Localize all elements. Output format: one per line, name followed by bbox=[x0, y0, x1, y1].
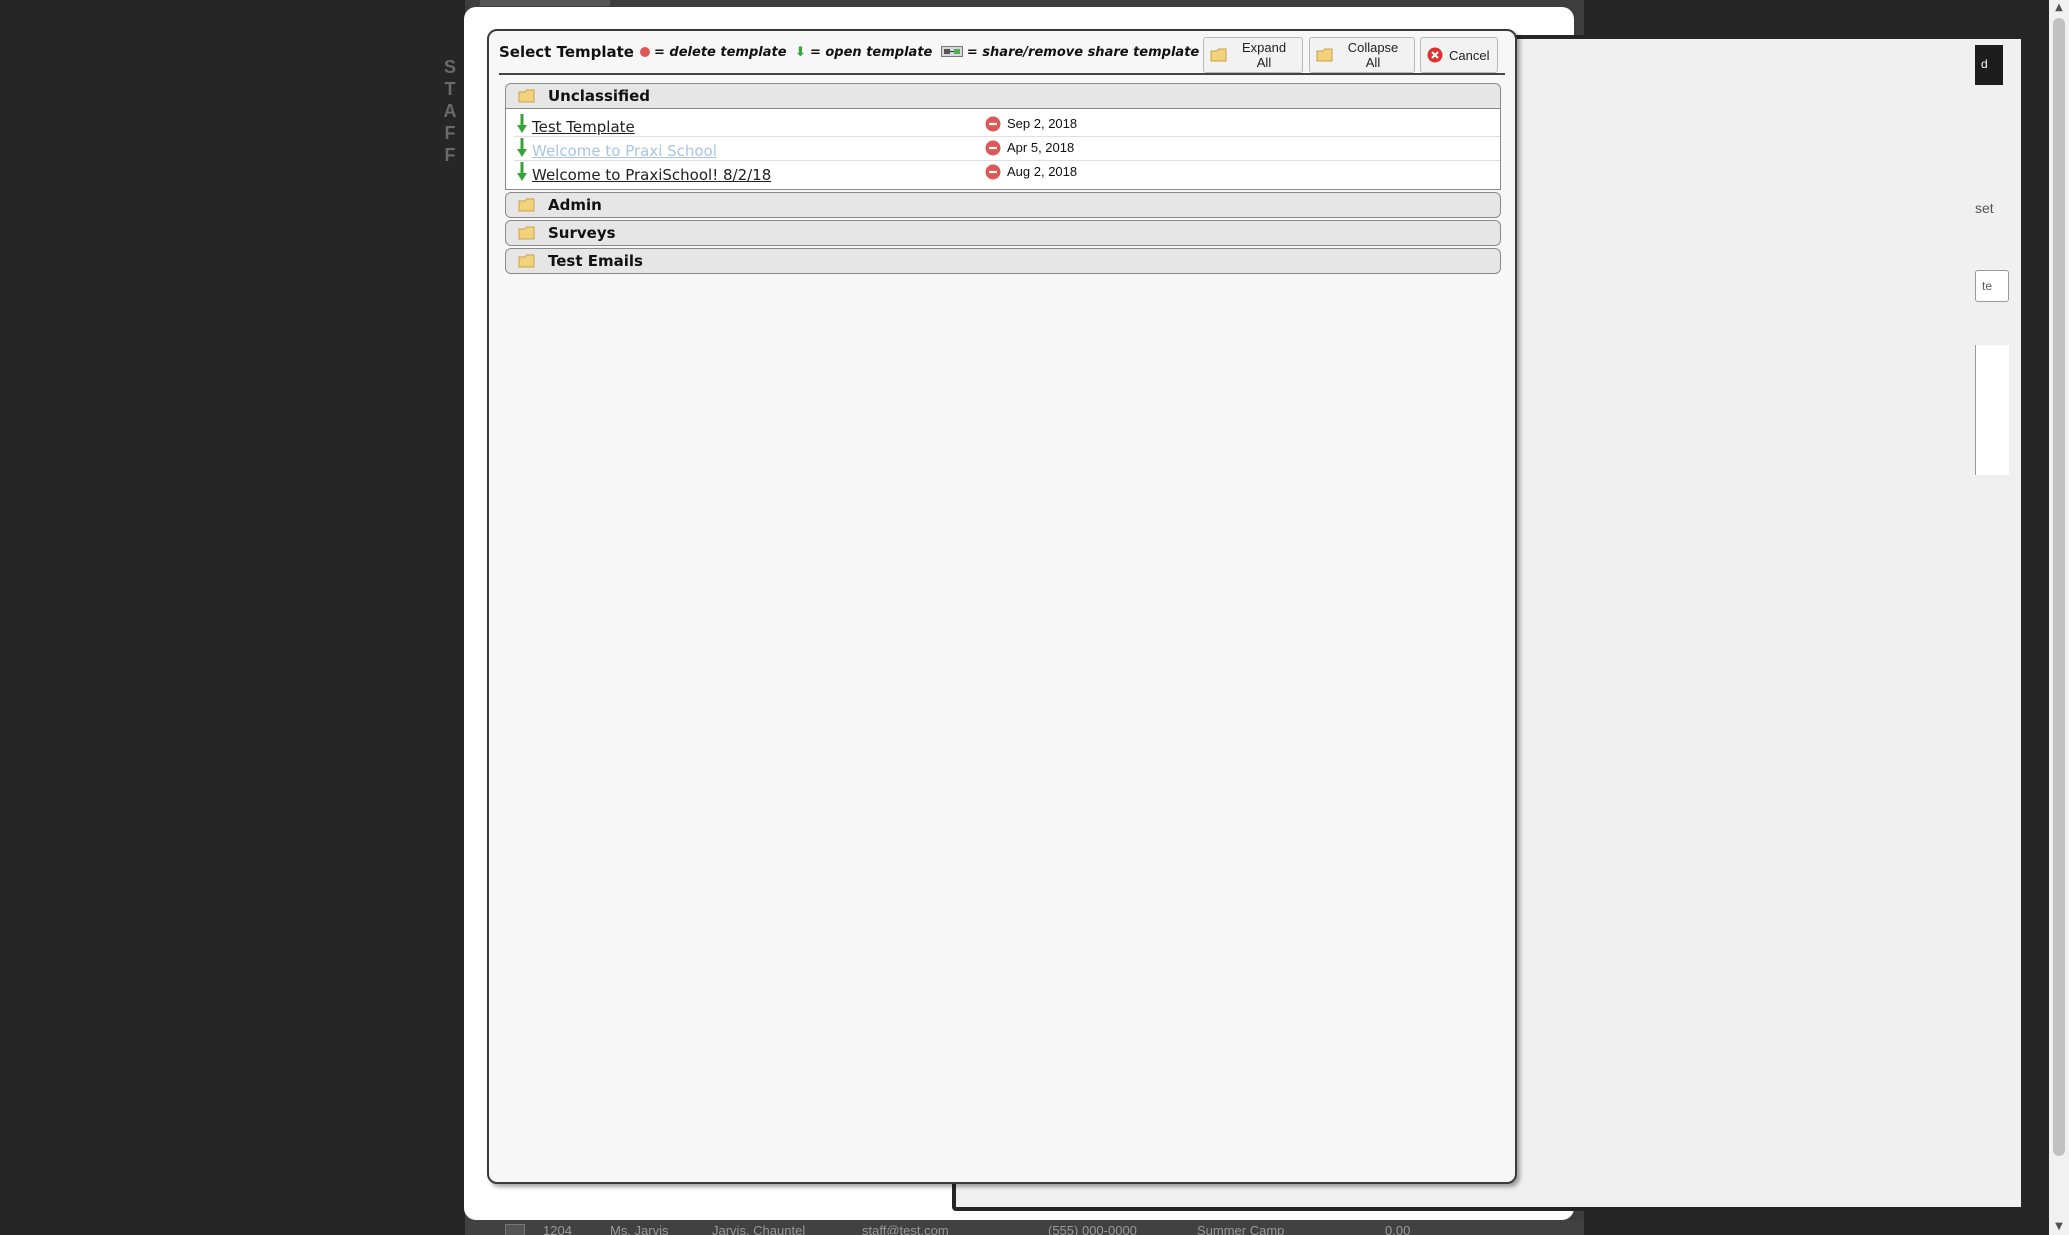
folder-icon bbox=[1210, 48, 1227, 62]
cancel-x-icon bbox=[1427, 47, 1443, 63]
group-name: Surveys bbox=[548, 224, 616, 242]
row-email: staff@test.com bbox=[862, 1223, 949, 1235]
cancel-label: Cancel bbox=[1449, 47, 1490, 63]
staff-letter: F bbox=[444, 123, 456, 143]
select-template-dialog: Select Template = delete template ⬇ = ope… bbox=[487, 29, 1517, 1184]
template-link[interactable]: Test Template bbox=[532, 118, 635, 136]
collapse-all-button[interactable]: Collapse All bbox=[1309, 37, 1415, 73]
row-full-name: Jarvis, Chauntel bbox=[712, 1223, 806, 1235]
group-header-admin[interactable]: Admin bbox=[505, 192, 1501, 218]
delete-legend-text: = delete template bbox=[654, 45, 787, 60]
template-groups: Unclassified Test Template Sep 2, 2018 W… bbox=[505, 83, 1501, 276]
cancel-button[interactable]: Cancel bbox=[1420, 37, 1498, 73]
share-legend-icon bbox=[940, 46, 963, 57]
group-test-emails: Test Emails bbox=[505, 248, 1501, 274]
share-legend-text: = share/remove share template bbox=[966, 45, 1200, 60]
open-template-arrow-icon[interactable] bbox=[516, 113, 528, 135]
staff-letter: T bbox=[444, 79, 456, 99]
group-name: Unclassified bbox=[548, 87, 651, 105]
dialog-title: Select Template bbox=[499, 43, 634, 61]
group-admin: Admin bbox=[505, 192, 1501, 218]
folder-icon bbox=[1316, 48, 1333, 62]
staff-letter: A bbox=[443, 101, 457, 121]
page-scrollbar[interactable]: ▲ ▼ bbox=[2049, 0, 2069, 1235]
behind-side-button: te bbox=[1975, 270, 2009, 302]
icon-legend: = delete template ⬇ = open template = sha… bbox=[640, 45, 1199, 60]
template-link[interactable]: Welcome to PraxiSchool! 8/2/18 bbox=[532, 166, 771, 184]
row-phone: (555) 000-0000 bbox=[1048, 1223, 1137, 1235]
row-amount: 0.00 bbox=[1385, 1223, 1411, 1235]
behind-button: d bbox=[1975, 45, 2003, 85]
group-name: Test Emails bbox=[548, 252, 643, 270]
background-top-tab bbox=[480, 0, 610, 6]
template-row: Welcome to Praxi School Apr 5, 2018 bbox=[514, 137, 1500, 161]
delete-template-icon[interactable] bbox=[985, 116, 1001, 132]
row-id: 1204 bbox=[543, 1223, 572, 1235]
template-date: Sep 2, 2018 bbox=[1007, 116, 1078, 131]
behind-panel bbox=[1975, 345, 2009, 475]
collapse-all-label: Collapse All bbox=[1347, 40, 1399, 70]
folder-icon bbox=[518, 226, 535, 240]
group-header-surveys[interactable]: Surveys bbox=[505, 220, 1501, 246]
scrollbar-thumb[interactable] bbox=[2053, 18, 2065, 1156]
template-row: Welcome to PraxiSchool! 8/2/18 Aug 2, 20… bbox=[514, 161, 1500, 185]
staff-vertical-label: S T A F F bbox=[439, 56, 461, 166]
scroll-up-arrow-icon[interactable]: ▲ bbox=[2049, 0, 2069, 16]
staff-letter: S bbox=[443, 57, 456, 77]
open-legend-icon: ⬇ bbox=[795, 45, 806, 60]
delete-template-icon[interactable] bbox=[985, 164, 1001, 180]
group-name: Admin bbox=[548, 196, 602, 214]
group-surveys: Surveys bbox=[505, 220, 1501, 246]
expand-all-button[interactable]: Expand All bbox=[1203, 37, 1303, 73]
staff-letter: F bbox=[444, 145, 456, 165]
open-template-arrow-icon[interactable] bbox=[516, 161, 528, 183]
template-link[interactable]: Welcome to Praxi School bbox=[532, 142, 717, 160]
background-staff-row: 1204 Ms. Jarvis Jarvis, Chauntel staff@t… bbox=[465, 1220, 1584, 1235]
folder-icon bbox=[518, 254, 535, 268]
row-checkbox bbox=[505, 1224, 525, 1235]
behind-reset-text: set bbox=[1975, 200, 1994, 216]
template-date: Aug 2, 2018 bbox=[1007, 164, 1078, 179]
scroll-down-arrow-icon[interactable]: ▼ bbox=[2049, 1219, 2069, 1235]
template-row: Test Template Sep 2, 2018 bbox=[514, 113, 1500, 137]
dialog-header: Select Template = delete template ⬇ = ope… bbox=[499, 35, 1505, 75]
group-header-test-emails[interactable]: Test Emails bbox=[505, 248, 1501, 274]
folder-icon bbox=[518, 198, 535, 212]
row-program: Summer Camp bbox=[1197, 1223, 1285, 1235]
group-body-unclassified: Test Template Sep 2, 2018 Welcome to Pra… bbox=[505, 109, 1501, 190]
row-name: Ms. Jarvis bbox=[610, 1223, 669, 1235]
group-header-unclassified[interactable]: Unclassified bbox=[505, 83, 1501, 109]
folder-icon bbox=[518, 89, 535, 103]
group-unclassified: Unclassified Test Template Sep 2, 2018 W… bbox=[505, 83, 1501, 190]
expand-all-label: Expand All bbox=[1241, 40, 1287, 70]
open-template-arrow-icon[interactable] bbox=[516, 137, 528, 159]
template-date: Apr 5, 2018 bbox=[1007, 140, 1075, 155]
delete-template-icon[interactable] bbox=[985, 140, 1001, 156]
delete-legend-icon bbox=[640, 47, 650, 57]
open-legend-text: = open template bbox=[809, 45, 933, 60]
